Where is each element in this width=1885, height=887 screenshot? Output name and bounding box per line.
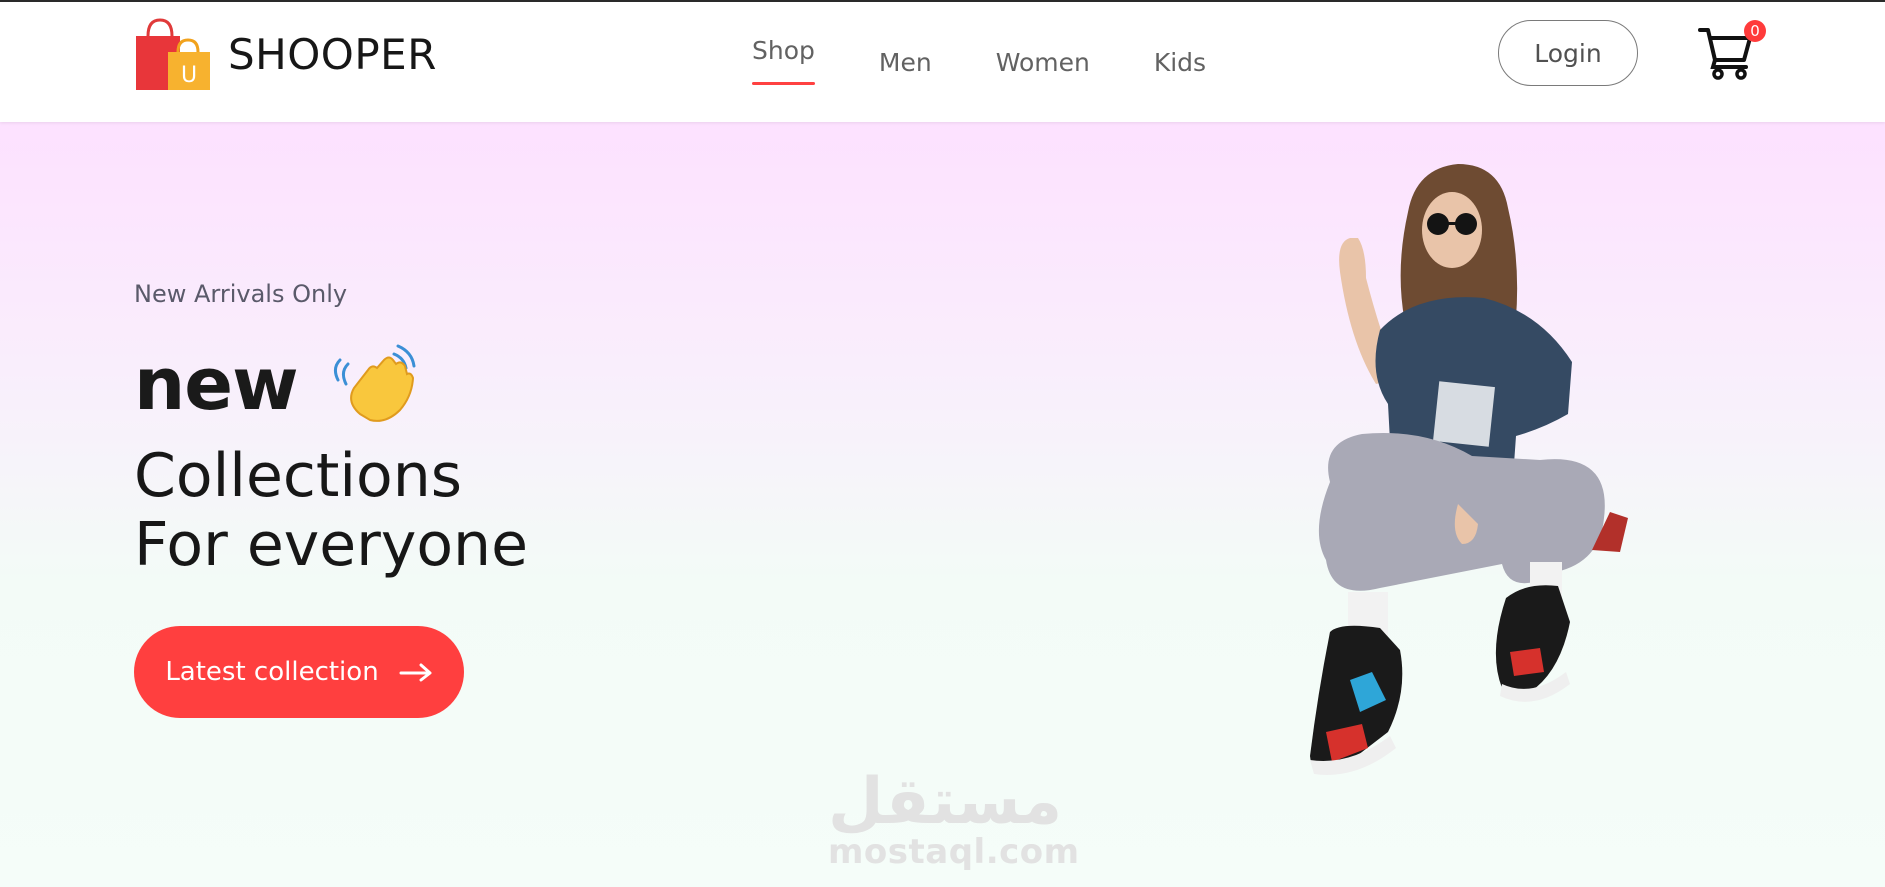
hero-model-image	[1310, 164, 1628, 775]
shopping-bag-logo-icon: U	[136, 18, 210, 90]
nav-item-label: Shop	[752, 35, 815, 65]
nav-item-label: Men	[878, 47, 932, 77]
hero-headline-row: new	[134, 340, 420, 428]
hero-section: New Arrivals Only new Collections For ev…	[0, 122, 1885, 887]
hero-headline-word: new	[134, 342, 299, 426]
latest-collection-button[interactable]: Latest collection	[134, 626, 464, 718]
login-button[interactable]: Login	[1498, 20, 1638, 86]
cart-count-badge: 0	[1744, 20, 1766, 42]
nav-item-women[interactable]: Women	[996, 48, 1090, 77]
nav-item-label: Kids	[1153, 47, 1207, 77]
watermark-arabic: مستقل	[828, 765, 1063, 839]
watermark-latin: mostaql.com	[828, 832, 1080, 872]
watermark: مستقل mostaql.com	[828, 765, 1080, 872]
hero-line-for-everyone: For everyone	[134, 510, 528, 580]
hero-line-collections: Collections	[134, 441, 463, 511]
main-nav: Shop Men Women Kids	[752, 2, 1206, 122]
active-nav-underline	[752, 81, 815, 85]
nav-item-kids[interactable]: Kids	[1154, 48, 1206, 77]
logo-letter: U	[181, 63, 197, 88]
brand-name: SHOOPER	[228, 29, 437, 79]
cart-button[interactable]: 0	[1698, 20, 1766, 82]
nav-item-label: Women	[995, 47, 1090, 77]
navbar: U SHOOPER Shop Men Women Kids Login 0	[0, 2, 1885, 122]
nav-item-shop[interactable]: Shop	[752, 35, 815, 85]
cta-label: Latest collection	[165, 657, 379, 687]
waving-hand-icon	[333, 344, 416, 422]
hero-tagline: New Arrivals Only	[134, 280, 348, 308]
brand-logo[interactable]: U SHOOPER	[134, 16, 437, 92]
nav-item-men[interactable]: Men	[879, 48, 932, 77]
arrow-right-icon	[399, 663, 432, 682]
